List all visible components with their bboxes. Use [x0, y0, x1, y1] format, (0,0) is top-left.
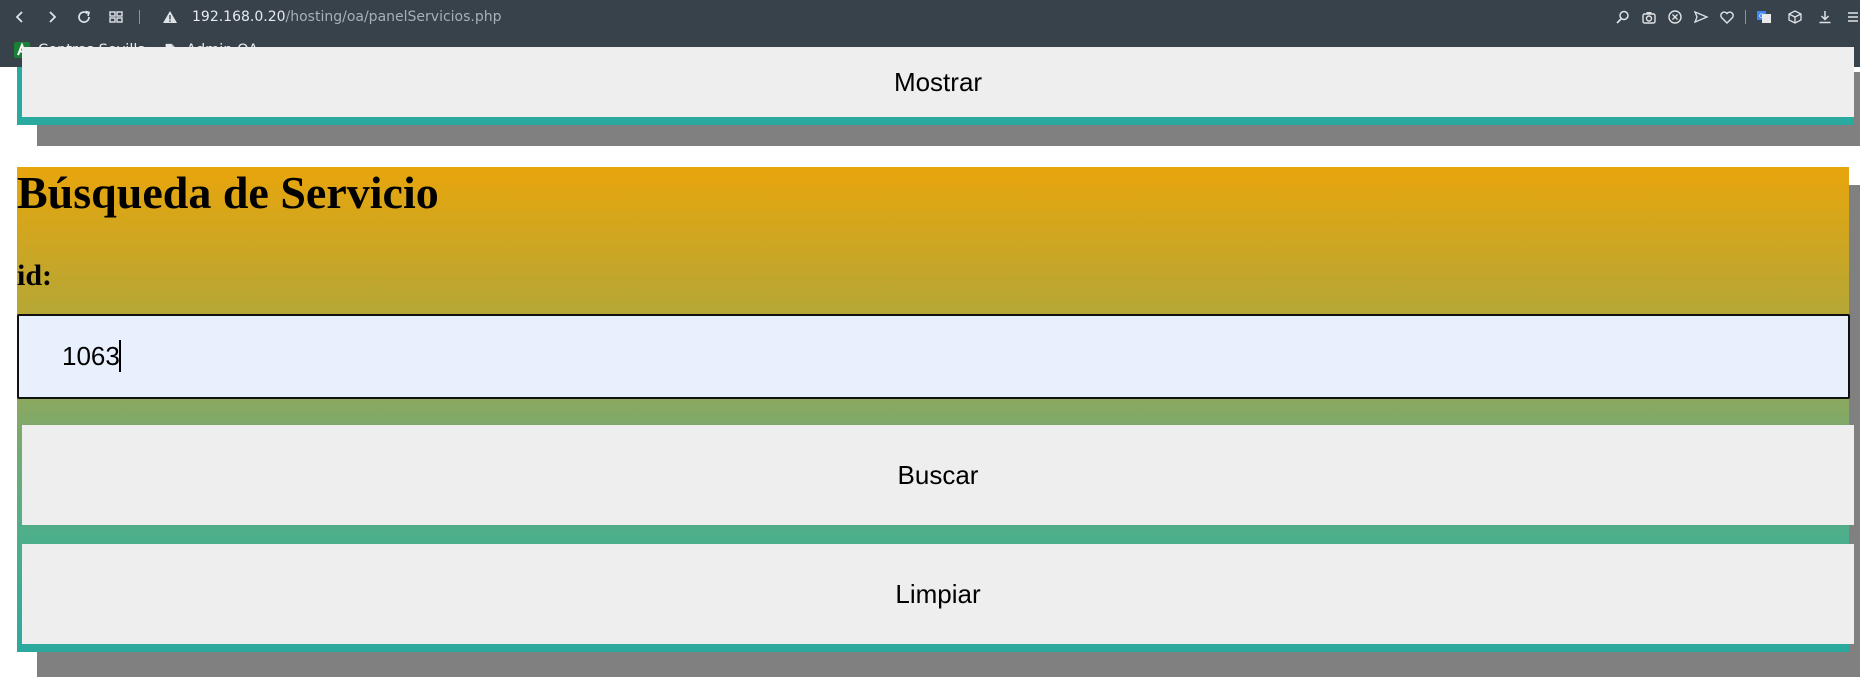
id-input[interactable]: [17, 314, 1850, 399]
text-caret: [119, 340, 121, 372]
forward-button[interactable]: [41, 6, 63, 28]
tabs-overview-button[interactable]: [105, 6, 127, 28]
browser-toolbar: 192.168.0.20/hosting/oa/panelServicios.p…: [0, 0, 1860, 34]
mostrar-button[interactable]: Mostrar: [22, 47, 1854, 117]
favorites-button[interactable]: [1717, 7, 1737, 27]
chevron-right-icon: [49, 11, 57, 23]
reload-icon: [78, 10, 91, 23]
svg-text:G: G: [1759, 13, 1764, 20]
zoom-button[interactable]: [1613, 7, 1633, 27]
translate-icon: G: [1757, 11, 1771, 23]
extensions-button[interactable]: [1785, 7, 1805, 27]
address-bar[interactable]: 192.168.0.20/hosting/oa/panelServicios.p…: [162, 8, 502, 26]
url-host: 192.168.0.20: [192, 9, 286, 25]
limpiar-button[interactable]: Limpiar: [22, 544, 1854, 644]
page-title: Búsqueda de Servicio: [17, 167, 439, 218]
reload-button[interactable]: [73, 6, 95, 28]
snapshot-button[interactable]: [1639, 7, 1659, 27]
url-path: /hosting/oa/panelServicios.php: [285, 9, 502, 25]
grid-icon: [109, 11, 123, 23]
download-icon: [1819, 11, 1831, 24]
menu-button[interactable]: [1843, 7, 1860, 27]
send-button[interactable]: [1691, 7, 1711, 27]
cube-icon: [1788, 10, 1802, 24]
adblock-button[interactable]: [1665, 7, 1685, 27]
translate-button[interactable]: G: [1754, 7, 1774, 27]
downloads-button[interactable]: [1815, 7, 1835, 27]
id-field-label: id:: [17, 259, 53, 292]
page-gap: [0, 128, 37, 146]
menu-icon: [1848, 12, 1858, 22]
camera-icon: [1642, 12, 1656, 24]
not-secure-warning-icon: [162, 9, 178, 25]
back-button[interactable]: [9, 6, 31, 28]
page-gap: [0, 146, 1860, 166]
send-arrow-icon: [1693, 10, 1709, 24]
block-x-icon: [1668, 10, 1682, 24]
buscar-button[interactable]: Buscar: [22, 425, 1854, 525]
toolbar-divider: [1745, 10, 1746, 24]
heart-icon: [1720, 11, 1734, 24]
magnifier-icon: [1616, 10, 1629, 24]
chevron-left-icon: [15, 11, 23, 23]
toolbar-divider: [139, 10, 140, 24]
